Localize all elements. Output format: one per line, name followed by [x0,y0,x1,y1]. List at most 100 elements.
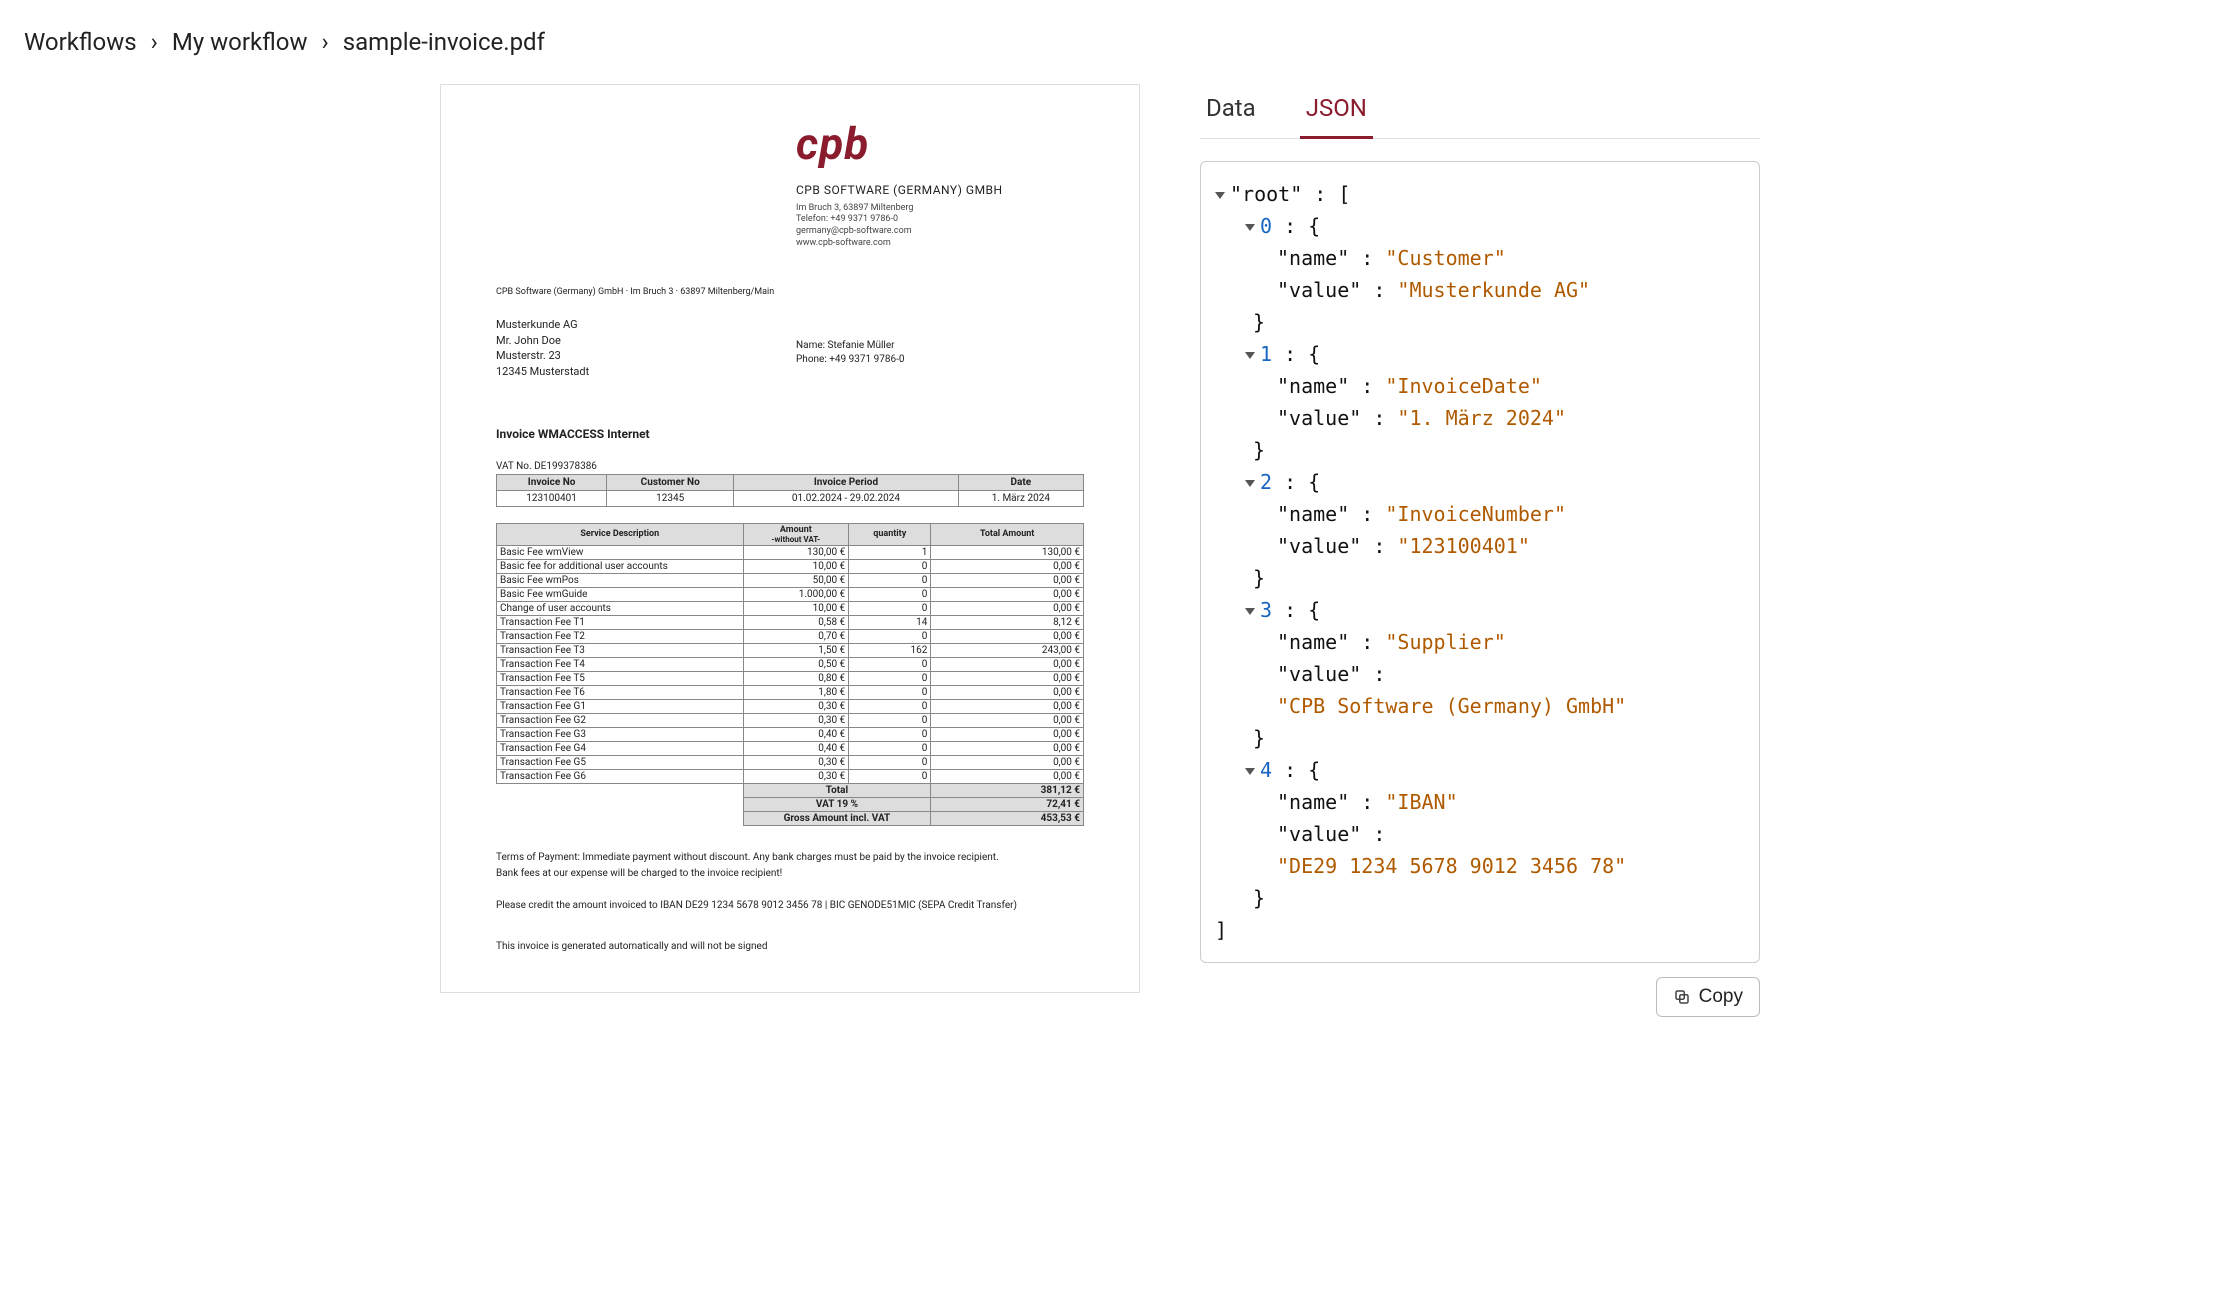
cell-qty: 0 [849,755,931,769]
cell-qty: 0 [849,657,931,671]
caret-down-icon[interactable] [1245,224,1255,231]
copy-button[interactable]: Copy [1656,977,1760,1017]
json-node[interactable]: 0 : { [1215,210,1745,242]
auto-generated-note: This invoice is generated automatically … [496,941,1084,952]
cell-qty: 0 [849,727,931,741]
col-service-desc: Service Description [497,523,744,545]
vat-value: 72,41 € [931,797,1084,811]
json-property: "value" : [1215,658,1745,690]
cell-total: 0,00 € [931,671,1084,685]
breadcrumb-workflow[interactable]: My workflow [172,28,308,56]
cell-amount: 1,80 € [743,685,849,699]
cell-qty: 0 [849,671,931,685]
table-row: Transaction Fee G40,40 €00,00 € [497,741,1084,755]
cell-total: 0,00 € [931,755,1084,769]
gross-label: Gross Amount incl. VAT [743,811,931,825]
table-row: Transaction Fee G50,30 €00,00 € [497,755,1084,769]
json-property: "name" : "InvoiceNumber" [1215,498,1745,530]
cell-total: 0,00 € [931,713,1084,727]
cell-qty: 0 [849,587,931,601]
json-root[interactable]: "root" : [ [1215,178,1745,210]
col-quantity: quantity [849,523,931,545]
cell-desc: Transaction Fee G6 [497,769,744,783]
logo: cpb [796,125,1084,165]
cell-desc: Transaction Fee T5 [497,671,744,685]
table-row: Transaction Fee T61,80 €00,00 € [497,685,1084,699]
cell-qty: 0 [849,629,931,643]
json-node[interactable]: 3 : { [1215,594,1745,626]
breadcrumb-workflows[interactable]: Workflows [24,28,137,56]
json-property: "value" : "123100401" [1215,530,1745,562]
tab-data[interactable]: Data [1200,84,1262,138]
cell-total: 0,00 € [931,727,1084,741]
tabs: Data JSON [1200,84,1760,139]
cell-qty: 0 [849,741,931,755]
caret-down-icon[interactable] [1215,192,1225,199]
table-row: Transaction Fee T50,80 €00,00 € [497,671,1084,685]
json-node[interactable]: 2 : { [1215,466,1745,498]
tab-json[interactable]: JSON [1300,84,1373,139]
json-node[interactable]: 1 : { [1215,338,1745,370]
cell-amount: 0,30 € [743,713,849,727]
chevron-right-icon: › [322,28,329,56]
table-row: Basic Fee wmGuide1.000,00 €00,00 € [497,587,1084,601]
cell-total: 0,00 € [931,629,1084,643]
total-value: 381,12 € [931,783,1084,797]
json-close: } [1215,882,1745,914]
json-property: "name" : "IBAN" [1215,786,1745,818]
cell-qty: 0 [849,699,931,713]
table-row: Basic fee for additional user accounts10… [497,559,1084,573]
json-close: } [1215,722,1745,754]
cell-total: 130,00 € [931,545,1084,559]
json-property: "name" : "InvoiceDate" [1215,370,1745,402]
json-value: "CPB Software (Germany) GmbH" [1215,690,1745,722]
cell-qty: 0 [849,685,931,699]
cell-amount: 0,30 € [743,755,849,769]
cell-amount: 10,00 € [743,601,849,615]
json-node[interactable]: 4 : { [1215,754,1745,786]
cell-total: 0,00 € [931,657,1084,671]
contact-info: Name: Stefanie Müller Phone: +49 9371 97… [796,339,1084,367]
cell-amount: 0,70 € [743,629,849,643]
val-invoice-no: 123100401 [497,490,607,506]
cell-total: 0,00 € [931,699,1084,713]
copy-icon [1673,988,1691,1006]
cell-amount: 1,50 € [743,643,849,657]
cell-qty: 14 [849,615,931,629]
vat-label: VAT 19 % [743,797,931,811]
col-invoice-period: Invoice Period [734,474,958,490]
vat-number: VAT No. DE199378386 [496,461,1084,472]
terms-of-payment: Terms of Payment: Immediate payment with… [496,850,1084,882]
cell-total: 0,00 € [931,559,1084,573]
breadcrumb-file[interactable]: sample-invoice.pdf [343,28,545,56]
cell-qty: 1 [849,545,931,559]
cell-desc: Transaction Fee T6 [497,685,744,699]
val-invoice-period: 01.02.2024 - 29.02.2024 [734,490,958,506]
caret-down-icon[interactable] [1245,768,1255,775]
cell-amount: 1.000,00 € [743,587,849,601]
json-close: } [1215,434,1745,466]
val-customer-no: 12345 [607,490,734,506]
line-items-table: Service Description Amount-without VAT- … [496,523,1084,826]
caret-down-icon[interactable] [1245,352,1255,359]
cell-amount: 0,30 € [743,699,849,713]
cell-amount: 0,30 € [743,769,849,783]
cell-desc: Transaction Fee T4 [497,657,744,671]
json-close: } [1215,562,1745,594]
cell-total: 0,00 € [931,685,1084,699]
invoice-info-table: Invoice No Customer No Invoice Period Da… [496,474,1084,507]
copy-label: Copy [1699,986,1743,1008]
json-property: "name" : "Customer" [1215,242,1745,274]
cell-desc: Basic Fee wmGuide [497,587,744,601]
table-row: Transaction Fee T31,50 €162243,00 € [497,643,1084,657]
table-row: Transaction Fee T20,70 €00,00 € [497,629,1084,643]
cell-amount: 130,00 € [743,545,849,559]
cell-desc: Transaction Fee G2 [497,713,744,727]
caret-down-icon[interactable] [1245,480,1255,487]
cell-desc: Transaction Fee T2 [497,629,744,643]
json-viewer[interactable]: "root" : [ 0 : {"name" : "Customer" "valu… [1200,161,1760,963]
col-total-amount: Total Amount [931,523,1084,545]
total-label: Total [743,783,931,797]
cell-desc: Transaction Fee G1 [497,699,744,713]
caret-down-icon[interactable] [1245,608,1255,615]
